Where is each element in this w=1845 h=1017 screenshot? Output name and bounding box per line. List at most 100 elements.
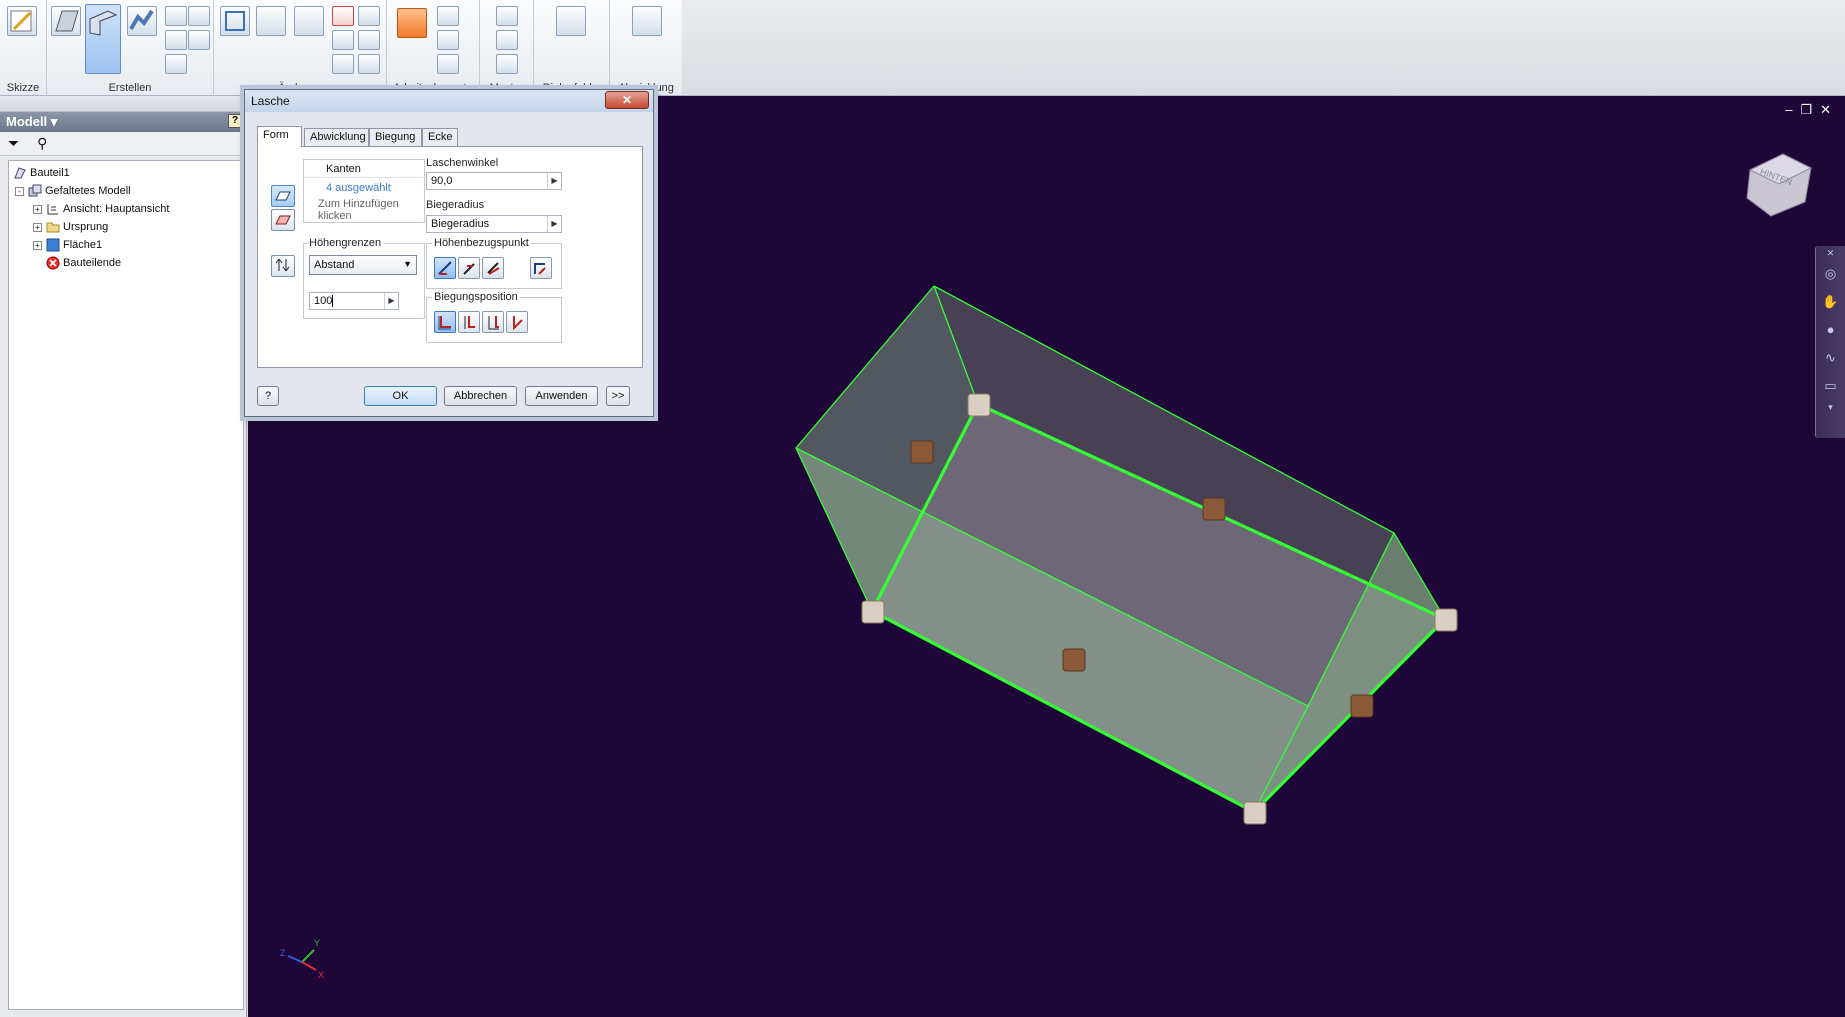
svg-text:Z: Z [280,948,286,958]
apply-button[interactable]: Anwenden [525,386,598,406]
chevron-right-icon[interactable]: ▶ [547,173,561,189]
view-icon [46,202,60,216]
loop-select-button[interactable] [271,209,295,231]
help-icon: ? [264,390,272,402]
bend-icon[interactable] [332,54,354,74]
ribbon-group-muster: Muster [480,0,534,96]
chevron-down-icon: ▼ [403,259,412,269]
unfold-icon[interactable] [358,6,380,26]
edges-add-hint[interactable]: Zum Hinzufügen klicken [304,194,424,222]
part-icon [13,166,27,180]
height-datum-aligned-icon[interactable] [530,257,552,279]
height-datum-outer-icon[interactable] [434,257,456,279]
tree-item-ursprung[interactable]: + Ursprung [11,218,241,236]
edges-list[interactable]: Kanten 4 ausgewählt Zum Hinzufügen klick… [303,159,425,223]
filter-icon[interactable]: ⏷ [8,135,19,151]
tab-abwicklung[interactable]: Abwicklung [304,128,369,146]
browser-grip[interactable] [0,96,246,112]
tab-ecke[interactable]: Ecke [422,128,458,146]
help-button[interactable]: ? [257,386,279,406]
browser-title: Modell [6,114,48,129]
find-icon[interactable]: ⚲ [37,135,47,151]
flip-direction-button[interactable] [271,255,295,277]
browser-toolbar: ⏷ ⚲ [0,132,246,156]
expand-toggle[interactable]: + [33,222,42,232]
ribbon-group-dialogfeld: Dialogfeld ▾ [534,0,610,96]
face-tool-icon[interactable] [51,6,81,36]
bend-position-outside-icon[interactable] [482,311,504,333]
edge-select-button[interactable] [271,185,295,207]
flange-dialog: Lasche ✕ Form Abwicklung Biegung Ecke Ka… [244,89,654,417]
hem-icon[interactable] [165,6,187,26]
flange-angle-input[interactable]: 90,0 ▶ [426,172,562,190]
bend-position-label: Biegungsposition [432,291,520,303]
corner-chamfer-icon[interactable] [358,54,380,74]
lofted-flange-icon[interactable] [165,30,187,50]
height-extents-select[interactable]: Abstand ▼ [309,255,417,275]
height-distance-input[interactable]: 100 ▶ [309,292,399,310]
tree-item-label: Gefaltetes Modell [45,185,131,197]
chevron-down-icon[interactable]: ▾ [51,114,58,129]
expand-toggle[interactable]: + [33,204,42,214]
corner-seam-icon[interactable] [256,6,286,36]
rip-icon[interactable] [332,6,354,26]
tab-form[interactable]: Form [257,126,302,147]
contour-roll-icon[interactable] [165,54,187,74]
ribbon: Skizze Erstellen Ändern ▾ Arbeitselement… [0,0,682,96]
rectangular-pattern-icon[interactable] [496,6,518,26]
flange-tool-icon[interactable] [85,4,121,74]
contour-flange-icon[interactable] [127,6,157,36]
punch-tool-icon[interactable] [294,6,324,36]
dialog-close-button[interactable]: ✕ [605,91,649,109]
bend-radius-label: Biegeradius [426,199,485,211]
chevron-right-icon[interactable]: ▶ [384,293,398,309]
cancel-button[interactable]: Abbrechen [444,386,517,406]
ribbon-group-label: Skizze [6,82,40,94]
work-plane-icon[interactable] [397,8,427,38]
more-options-button[interactable]: >> [606,386,630,406]
height-datum-parallel-icon[interactable] [482,257,504,279]
sheet-metal-defaults-icon[interactable] [556,6,586,36]
create-sketch-icon[interactable] [7,6,37,36]
flat-pattern-icon[interactable] [632,6,662,36]
work-point-icon[interactable] [437,30,459,50]
ribbon-group-aendern: Ändern ▾ [214,0,387,96]
chevron-right-icon[interactable]: ▶ [547,216,561,232]
ok-button[interactable]: OK [364,386,437,406]
height-extents-label: Höhengrenzen [307,237,384,249]
collapse-toggle[interactable]: - [15,186,24,196]
cut-icon[interactable] [220,6,250,36]
refold-icon[interactable] [332,30,354,50]
height-datum-label: Höhenbezugspunkt [432,237,531,249]
fold-icon[interactable] [188,6,210,26]
tree-item-flaeche1[interactable]: + Fläche1 [11,236,241,254]
rolled-flange-icon[interactable] [188,30,210,50]
ribbon-group-erstellen: Erstellen [47,0,214,96]
expand-toggle[interactable]: + [33,240,42,250]
bend-position-tangent-icon[interactable] [506,311,528,333]
svg-text:X: X [318,970,324,980]
tree-item-gefaltetes-modell[interactable]: - Gefaltetes Modell [11,182,241,200]
bend-radius-input[interactable]: Biegeradius ▶ [426,215,562,233]
tab-biegung[interactable]: Biegung [369,128,422,146]
tree-item-label: Ursprung [63,221,109,233]
corner-round-icon[interactable] [358,30,380,50]
face-icon [46,238,60,252]
tree-item-bauteilende[interactable]: Bauteilende [11,254,241,272]
tree-item-bauteil1[interactable]: Bauteil1 [11,164,241,182]
bend-position-inside-icon[interactable] [434,311,456,333]
dialog-titlebar[interactable]: Lasche ✕ [245,90,653,112]
ucs-icon[interactable] [437,54,459,74]
work-axis-icon[interactable] [437,6,459,26]
edges-selected-count[interactable]: 4 ausgewählt [304,178,424,194]
circular-pattern-icon[interactable] [496,30,518,50]
tree-item-ansicht[interactable]: + Ansicht: Hauptansicht [11,200,241,218]
browser-header[interactable]: Modell ▾ ? [0,112,246,132]
bend-position-from-plane-icon[interactable] [458,311,480,333]
height-datum-inner-icon[interactable] [458,257,480,279]
close-icon: ✕ [621,93,633,107]
mirror-icon[interactable] [496,54,518,74]
height-extents-select-value: Abstand [314,259,355,271]
bend-radius-value: Biegeradius [431,218,490,230]
help-icon[interactable]: ? [228,114,242,128]
